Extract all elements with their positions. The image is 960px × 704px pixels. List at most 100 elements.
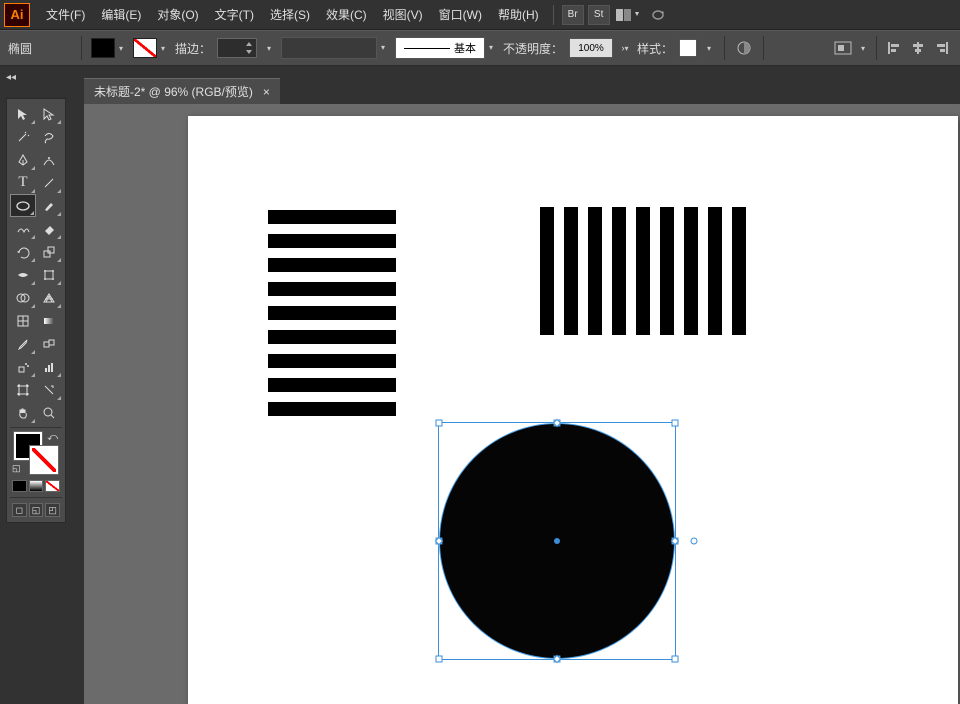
symbol-sprayer-tool[interactable] bbox=[10, 355, 36, 378]
perspective-grid-tool[interactable] bbox=[36, 286, 62, 309]
stroke-swatch[interactable] bbox=[133, 38, 157, 58]
tab-bar: 未标题-2* @ 96% (RGB/预览) × bbox=[84, 78, 280, 104]
free-transform-tool[interactable] bbox=[36, 263, 62, 286]
solid-color-mode[interactable] bbox=[12, 480, 27, 492]
zoom-tool[interactable] bbox=[36, 401, 62, 424]
selection-bounding-box[interactable] bbox=[438, 422, 676, 660]
artboard-tool[interactable] bbox=[10, 378, 36, 401]
mesh-tool[interactable] bbox=[10, 309, 36, 332]
opacity-dropdown[interactable]: › bbox=[619, 38, 631, 58]
stroke-weight-input[interactable] bbox=[217, 38, 257, 58]
menu-file[interactable]: 文件(F) bbox=[38, 2, 93, 27]
stroke-dropdown[interactable] bbox=[157, 38, 169, 58]
separator bbox=[763, 36, 764, 60]
menu-type[interactable]: 文字(T) bbox=[207, 2, 262, 27]
pen-tool[interactable] bbox=[10, 148, 36, 171]
stroke-color-picker[interactable] bbox=[30, 446, 58, 474]
eraser-tool[interactable] bbox=[36, 217, 62, 240]
lasso-tool[interactable] bbox=[36, 125, 62, 148]
separator bbox=[876, 36, 877, 60]
canvas-area[interactable] bbox=[84, 104, 960, 704]
center-point-icon[interactable] bbox=[554, 538, 560, 544]
workspace-switcher[interactable] bbox=[615, 6, 645, 24]
gradient-tool[interactable] bbox=[36, 309, 62, 332]
profile-group[interactable]: 基本 bbox=[395, 37, 497, 59]
menu-edit[interactable]: 编辑(E) bbox=[93, 2, 149, 27]
align-artboard-icon[interactable] bbox=[833, 39, 853, 57]
menu-help[interactable]: 帮助(H) bbox=[490, 2, 547, 27]
fill-swatch-group[interactable] bbox=[91, 38, 127, 58]
magic-wand-tool[interactable] bbox=[10, 125, 36, 148]
eyedropper-tool[interactable] bbox=[10, 332, 36, 355]
type-tool[interactable]: T bbox=[10, 171, 36, 194]
menu-object[interactable]: 对象(O) bbox=[149, 2, 206, 27]
shape-builder-tool[interactable] bbox=[10, 286, 36, 309]
fill-dropdown[interactable] bbox=[115, 38, 127, 58]
dock-collapse-icon[interactable]: ◂◂ bbox=[0, 68, 22, 86]
color-pickers[interactable]: ⤺ ◱ bbox=[12, 432, 60, 474]
menu-window[interactable]: 窗口(W) bbox=[431, 2, 490, 27]
stock-button[interactable]: St bbox=[588, 5, 610, 25]
stroke-swatch-group[interactable] bbox=[133, 38, 169, 58]
graphic-style-swatch[interactable] bbox=[679, 39, 697, 57]
width-tool[interactable] bbox=[10, 263, 36, 286]
scale-tool[interactable] bbox=[36, 240, 62, 263]
fill-swatch[interactable] bbox=[91, 38, 115, 58]
ellipse-tool[interactable] bbox=[10, 194, 36, 217]
color-mode-row bbox=[10, 478, 62, 494]
stroke-profile[interactable]: 基本 bbox=[395, 37, 485, 59]
draw-normal-icon[interactable]: ◻ bbox=[12, 503, 27, 517]
draw-behind-icon[interactable]: ◱ bbox=[29, 503, 44, 517]
bridge-button[interactable]: Br bbox=[562, 5, 584, 25]
stroke-weight-dropdown[interactable] bbox=[263, 38, 275, 58]
align-right-icon[interactable] bbox=[932, 39, 952, 57]
rotate-tool[interactable] bbox=[10, 240, 36, 263]
draw-inside-icon[interactable]: ◰ bbox=[45, 503, 60, 517]
align-left-icon[interactable] bbox=[884, 39, 904, 57]
menubar: Ai 文件(F) 编辑(E) 对象(O) 文字(T) 选择(S) 效果(C) 视… bbox=[0, 0, 960, 30]
gradient-color-mode[interactable] bbox=[29, 480, 44, 492]
vertical-bars-shape[interactable] bbox=[540, 207, 746, 335]
profile-dropdown[interactable] bbox=[485, 37, 497, 57]
opacity-label: 不透明度： bbox=[503, 40, 563, 57]
control-bar: 椭圆 描边： 基本 不透明度： 100% › 样式： bbox=[0, 30, 960, 66]
opacity-input[interactable]: 100% bbox=[569, 38, 613, 58]
sync-icon[interactable] bbox=[648, 6, 668, 24]
brush-group[interactable] bbox=[281, 37, 389, 59]
horizontal-bars-shape[interactable] bbox=[268, 210, 396, 426]
pie-widget-icon[interactable] bbox=[690, 538, 697, 545]
slice-tool[interactable] bbox=[36, 378, 62, 401]
resize-handle-se[interactable] bbox=[672, 656, 679, 663]
swap-colors-icon[interactable]: ⤺ bbox=[47, 432, 58, 443]
tool-name-label: 椭圆 bbox=[8, 40, 72, 57]
close-tab-icon[interactable]: × bbox=[263, 85, 270, 99]
recolor-icon[interactable] bbox=[734, 39, 754, 57]
resize-handle-sw[interactable] bbox=[436, 656, 443, 663]
line-tool[interactable] bbox=[36, 171, 62, 194]
document-tab[interactable]: 未标题-2* @ 96% (RGB/预览) × bbox=[84, 78, 280, 104]
menu-select[interactable]: 选择(S) bbox=[262, 2, 318, 27]
paintbrush-tool[interactable] bbox=[36, 194, 62, 217]
blend-tool[interactable] bbox=[36, 332, 62, 355]
resize-handle-nw[interactable] bbox=[436, 420, 443, 427]
artboard[interactable] bbox=[188, 116, 958, 704]
curvature-tool[interactable] bbox=[36, 148, 62, 171]
brush-preview[interactable] bbox=[281, 37, 377, 59]
selection-tool[interactable] bbox=[10, 102, 36, 125]
brush-dropdown[interactable] bbox=[377, 37, 389, 57]
app-logo: Ai bbox=[4, 3, 30, 27]
menu-effect[interactable]: 效果(C) bbox=[318, 2, 375, 27]
hand-tool[interactable] bbox=[10, 401, 36, 424]
profile-label: 基本 bbox=[454, 40, 476, 56]
stroke-weight-label: 描边： bbox=[175, 40, 211, 57]
menu-view[interactable]: 视图(V) bbox=[375, 2, 431, 27]
none-color-mode[interactable] bbox=[45, 480, 60, 492]
direct-selection-tool[interactable] bbox=[36, 102, 62, 125]
align-center-icon[interactable] bbox=[908, 39, 928, 57]
graph-tool[interactable] bbox=[36, 355, 62, 378]
default-colors-icon[interactable]: ◱ bbox=[12, 463, 21, 474]
align-dropdown[interactable] bbox=[857, 38, 869, 58]
shaper-tool[interactable] bbox=[10, 217, 36, 240]
style-dropdown[interactable] bbox=[703, 38, 715, 58]
resize-handle-ne[interactable] bbox=[672, 420, 679, 427]
